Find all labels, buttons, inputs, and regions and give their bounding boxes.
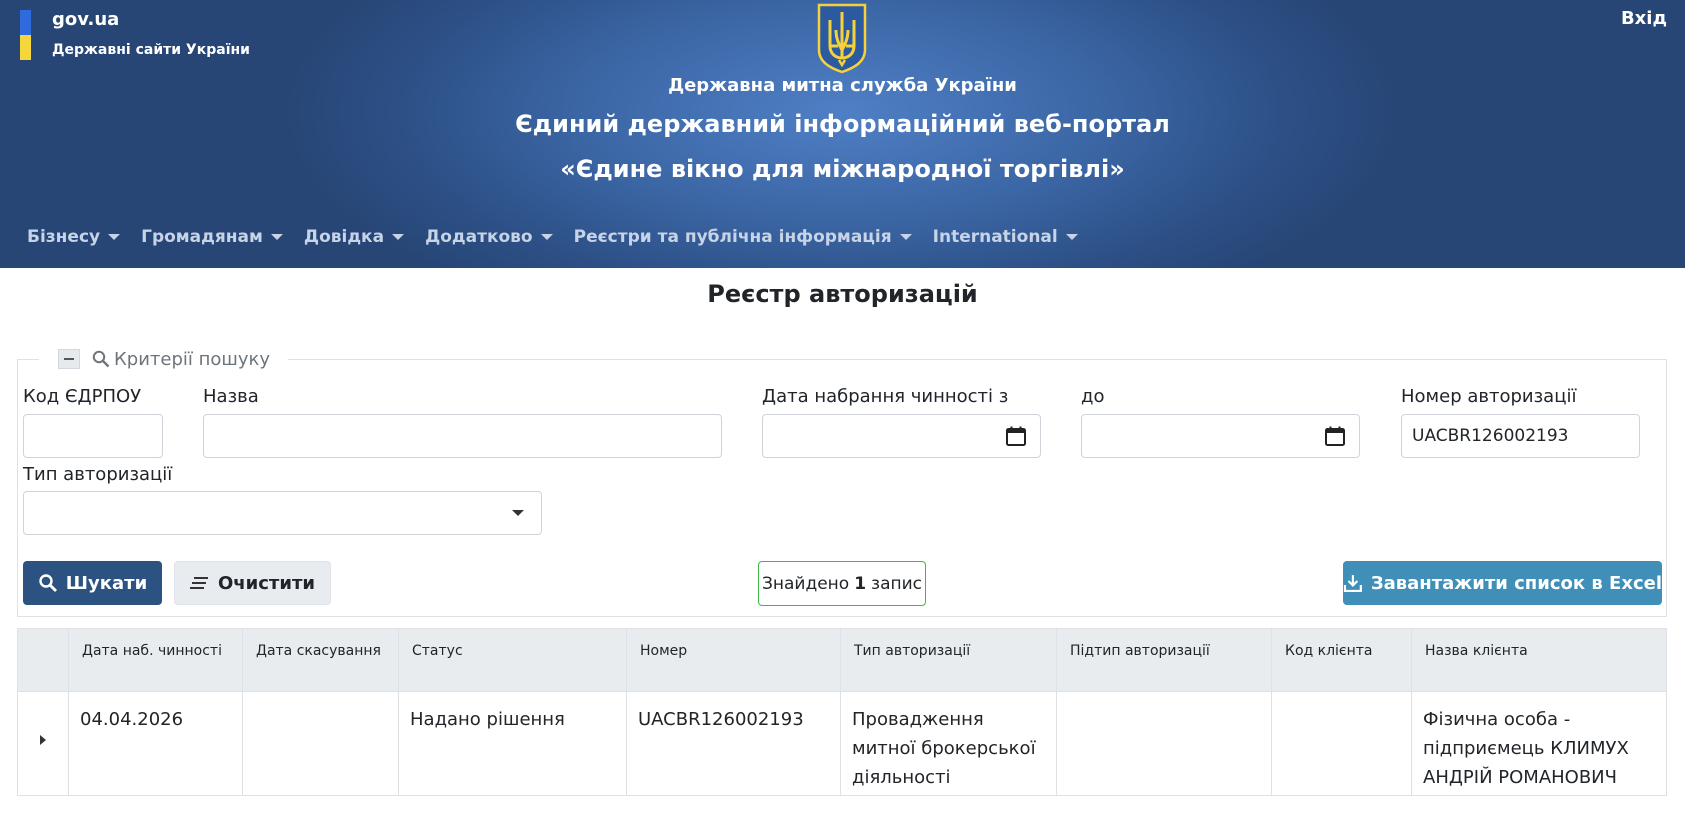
- search-button[interactable]: Шукати: [23, 561, 162, 605]
- cell-client-name: Фізична особа - підприємець КЛИМУХ АНДРІ…: [1411, 691, 1666, 796]
- main-nav: Бізнесу Громадянам Довідка Додатково Реє…: [27, 222, 1099, 252]
- nav-item-help[interactable]: Довідка: [304, 222, 405, 252]
- calendar-icon[interactable]: [1324, 425, 1346, 447]
- search-icon: [92, 350, 110, 368]
- edrpou-input[interactable]: [23, 414, 163, 458]
- auth-type-select[interactable]: [23, 491, 542, 535]
- row-expand-icon[interactable]: [40, 735, 46, 745]
- coat-of-arms-icon: [817, 3, 867, 74]
- auth-number-label: Номер авторизації: [1401, 386, 1577, 407]
- chevron-down-icon: [512, 510, 524, 516]
- nav-item-business[interactable]: Бізнесу: [27, 222, 121, 252]
- date-to-input[interactable]: [1081, 414, 1360, 458]
- auth-type-label: Тип авторизації: [23, 464, 173, 485]
- criteria-legend-label: Критерії пошуку: [114, 348, 271, 370]
- ukraine-flag-icon: [20, 10, 31, 60]
- caret-down-icon: [540, 234, 553, 240]
- column-header-cancel-date[interactable]: Дата скасування: [242, 629, 398, 691]
- cell-cancel-date: [242, 691, 398, 796]
- cell-subtype: [1056, 691, 1271, 796]
- name-input[interactable]: [203, 414, 722, 458]
- download-icon: [1343, 575, 1362, 593]
- caret-down-icon: [1065, 234, 1078, 240]
- agency-name: Державна митна служба України: [668, 75, 1017, 96]
- govua-subtitle[interactable]: Державні сайти України: [52, 42, 250, 58]
- edrpou-label: Код ЄДРПОУ: [23, 386, 142, 407]
- date-from-input[interactable]: [762, 414, 1041, 458]
- calendar-icon[interactable]: [1005, 425, 1027, 447]
- column-header-effective-date[interactable]: Дата наб. чинності: [68, 629, 242, 691]
- nav-item-citizens[interactable]: Громадянам: [141, 222, 283, 252]
- results-table: Дата наб. чинності Дата скасування Стату…: [17, 628, 1667, 796]
- criteria-legend: Критерії пошуку: [39, 346, 289, 372]
- caret-down-icon: [899, 234, 912, 240]
- cell-status: Надано рішення: [398, 691, 626, 796]
- portal-title-line1: Єдиний державний інформаційний веб-порта…: [515, 110, 1170, 138]
- caret-down-icon: [270, 234, 283, 240]
- caret-down-icon: [392, 234, 405, 240]
- column-header-subtype[interactable]: Підтип авторизації: [1056, 629, 1271, 691]
- nav-item-registers[interactable]: Реєстри та публічна інформація: [574, 222, 912, 252]
- portal-title-line2: «Єдине вікно для міжнародної торгівлі»: [560, 155, 1125, 183]
- collapse-button[interactable]: [58, 349, 80, 369]
- table-header: Дата наб. чинності Дата скасування Стату…: [18, 629, 1666, 691]
- site-header: gov.ua Державні сайти України Вхід Держа…: [0, 0, 1685, 268]
- nav-item-international[interactable]: International: [933, 222, 1078, 252]
- clear-icon: [189, 577, 208, 589]
- cell-client-code: [1271, 691, 1411, 796]
- govua-block[interactable]: gov.ua Державні сайти України: [20, 9, 260, 61]
- page-title: Реєстр авторизацій: [707, 280, 978, 308]
- auth-number-input[interactable]: [1401, 414, 1640, 458]
- govua-title[interactable]: gov.ua: [52, 9, 119, 30]
- clear-button[interactable]: Очистити: [174, 561, 331, 605]
- caret-down-icon: [108, 234, 121, 240]
- cell-number: UACBR126002193: [626, 691, 840, 796]
- column-header-status[interactable]: Статус: [398, 629, 626, 691]
- date-from-label: Дата набрання чинності з: [762, 386, 1009, 407]
- login-link[interactable]: Вхід: [1621, 8, 1667, 29]
- cell-type: Провадження митної брокерської діяльност…: [840, 691, 1056, 796]
- column-header-client-name[interactable]: Назва клієнта: [1411, 629, 1666, 691]
- export-excel-button[interactable]: Завантажити список в Excel: [1343, 561, 1662, 605]
- nav-item-additional[interactable]: Додатково: [425, 222, 553, 252]
- column-header-type[interactable]: Тип авторизації: [840, 629, 1056, 691]
- cell-effective-date: 04.04.2026: [68, 691, 242, 796]
- column-header-client-code[interactable]: Код клієнта: [1271, 629, 1411, 691]
- name-label: Назва: [203, 386, 259, 407]
- column-header-number[interactable]: Номер: [626, 629, 840, 691]
- search-icon: [39, 574, 57, 592]
- date-to-label: до: [1081, 386, 1105, 407]
- results-count-badge: Знайдено 1 запис: [758, 561, 926, 606]
